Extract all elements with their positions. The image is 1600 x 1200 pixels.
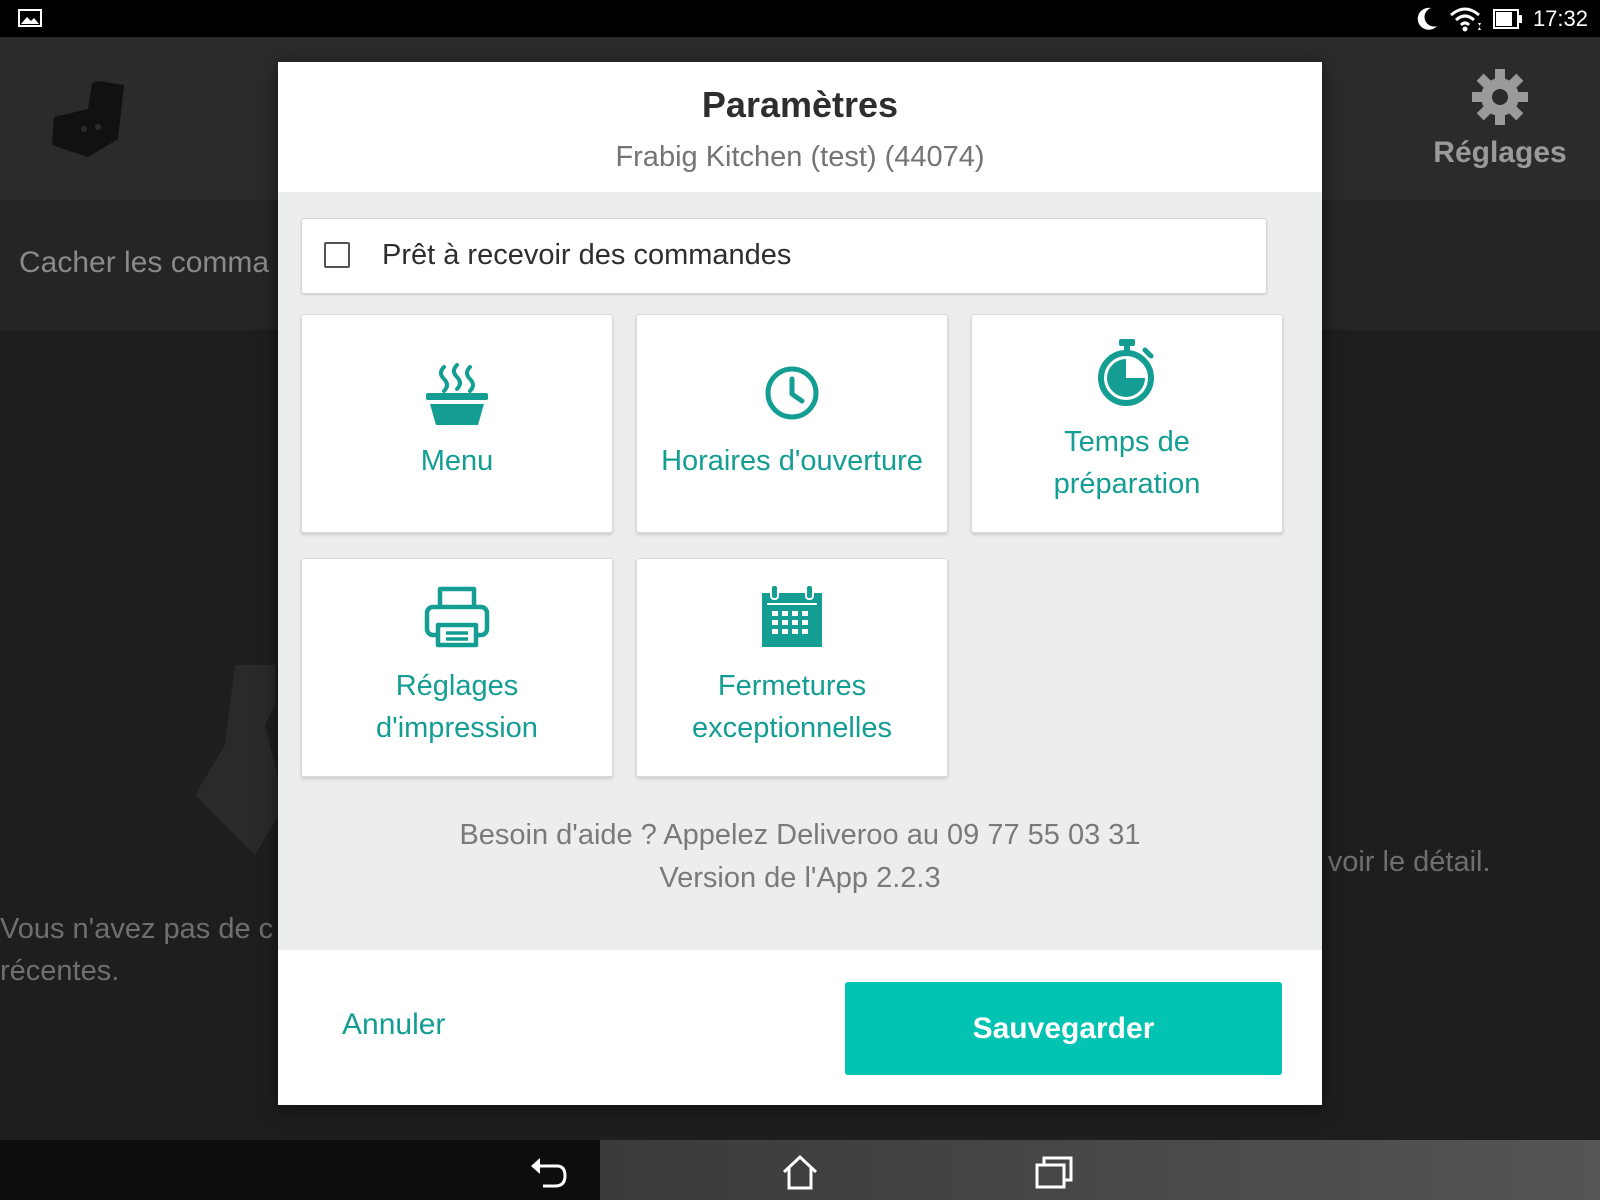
back-icon[interactable] <box>527 1154 567 1190</box>
tile-opening-hours[interactable]: Horaires d'ouverture <box>636 314 948 533</box>
app-version: Version de l'App 2.2.3 <box>659 862 941 894</box>
tile-preparation-time-label-2: préparation <box>1053 468 1201 500</box>
tile-print-settings[interactable]: Réglages d'impression <box>301 558 613 777</box>
moon-icon <box>1417 7 1437 30</box>
stopwatch-icon <box>1098 339 1154 406</box>
tile-print-settings-label-2: d'impression <box>376 712 538 744</box>
empty-orders-message: Vous n'avez pas de c récentes. <box>0 908 300 992</box>
printer-icon <box>424 586 490 648</box>
help-text: Besoin d'aide ? Appelez Deliveroo au 09 … <box>459 819 1141 851</box>
navigation-bar <box>0 1140 1600 1200</box>
settings-label: Réglages <box>1433 136 1567 169</box>
tile-exceptional-closures[interactable]: Fermetures exceptionnelles <box>636 558 948 777</box>
settings-button[interactable]: Réglages <box>1420 67 1580 170</box>
calendar-icon <box>762 585 822 647</box>
empty-orders-line2: récentes. <box>0 955 120 987</box>
status-bar: 17:32 <box>0 0 1600 37</box>
tile-exceptional-closures-label-1: Fermetures <box>717 670 867 702</box>
save-button[interactable]: Sauvegarder <box>845 982 1282 1075</box>
tile-opening-hours-label: Horaires d'ouverture <box>661 445 923 477</box>
battery-icon <box>1492 9 1522 29</box>
tile-preparation-time[interactable]: Temps de préparation <box>971 314 1283 533</box>
tile-preparation-time-label-1: Temps de <box>1064 426 1190 458</box>
dialog-footer: Annuler Sauvegarder <box>278 950 1322 1105</box>
wifi-icon <box>1449 7 1481 32</box>
dialog-header: Paramètres Frabig Kitchen (test) (44074) <box>278 62 1322 192</box>
empty-state-illustration <box>195 665 285 855</box>
image-icon <box>18 9 42 27</box>
dialog-title: Paramètres <box>701 84 899 125</box>
tile-menu[interactable]: Menu <box>301 314 613 533</box>
detail-hint: r voir le détail. <box>1310 846 1491 878</box>
ready-checkbox[interactable] <box>324 242 350 268</box>
recent-apps-icon[interactable] <box>1034 1154 1074 1190</box>
ready-checkbox-label: Prêt à recevoir des commandes <box>382 239 792 271</box>
deliveroo-logo <box>52 81 124 157</box>
gear-icon <box>1472 69 1528 125</box>
food-bowl-icon <box>426 363 488 425</box>
tile-menu-label: Menu <box>420 445 494 477</box>
clock-icon <box>765 366 819 420</box>
settings-dialog: Paramètres Frabig Kitchen (test) (44074)… <box>278 62 1322 1105</box>
restaurant-name: Frabig Kitchen (test) (44074) <box>615 141 985 173</box>
ready-to-receive-row[interactable]: Prêt à recevoir des commandes <box>301 218 1267 294</box>
tile-exceptional-closures-label-2: exceptionnelles <box>692 712 892 744</box>
status-time: 17:32 <box>1532 6 1588 31</box>
hide-orders-toggle[interactable]: Cacher les comma <box>19 246 269 280</box>
empty-orders-line1: Vous n'avez pas de c <box>0 913 274 945</box>
cancel-button[interactable]: Annuler <box>342 1008 445 1042</box>
home-icon[interactable] <box>780 1154 820 1190</box>
tile-print-settings-label-1: Réglages <box>395 670 519 702</box>
